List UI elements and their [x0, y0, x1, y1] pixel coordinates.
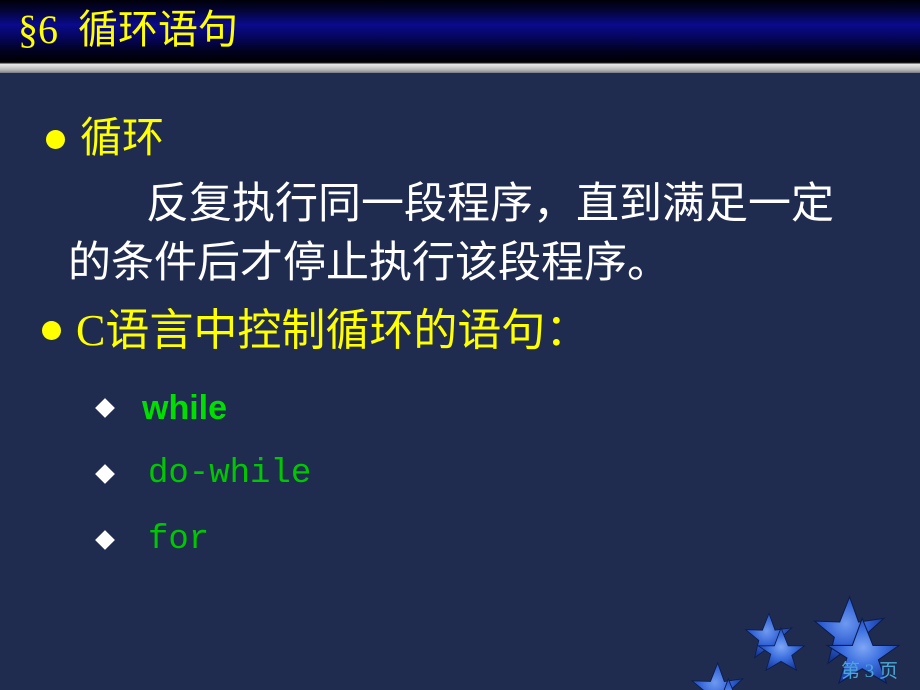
- sub-bullet-item-do-while: do-while: [95, 455, 312, 493]
- slide-canvas: §6 循环语句 循环 反复执行同一段程序，直到满足一定的条件后才停止执行该段程序…: [0, 0, 920, 690]
- sub-bullet-label-do-while: do-while: [148, 455, 312, 493]
- star-burst-icon: [745, 612, 805, 671]
- circle-bullet-icon: [42, 321, 61, 340]
- diamond-bullet-icon: [95, 398, 115, 418]
- sub-bullet-item-while: while: [95, 389, 228, 427]
- diamond-bullet-icon: [95, 464, 115, 484]
- slide-title-bar: §6 循环语句: [0, 0, 920, 62]
- bullet-label-loop: 循环: [80, 116, 165, 162]
- bullet-item-c-statements: C语言中控制循环的语句：: [42, 305, 589, 357]
- sub-bullet-item-for: for: [95, 521, 210, 559]
- page-number-label: 第 3 页: [840, 661, 898, 682]
- sub-bullet-label-for: for: [148, 521, 210, 559]
- star-burst-icon: [690, 661, 745, 690]
- circle-bullet-icon: [46, 130, 65, 149]
- loop-description-text: 反复执行同一段程序，直到满足一定的条件后才停止执行该段程序。: [68, 181, 834, 287]
- bullet-label-c-statements: C语言中控制循环的语句：: [76, 306, 590, 355]
- title-divider: [0, 62, 920, 73]
- diamond-bullet-icon: [95, 530, 115, 550]
- slide-body: 循环 反复执行同一段程序，直到满足一定的条件后才停止执行该段程序。 C语言中控制…: [0, 73, 920, 690]
- page-title: §6 循环语句: [18, 7, 238, 52]
- sub-bullet-label-while: while: [142, 389, 228, 427]
- bullet-item-loop: 循环: [46, 114, 164, 164]
